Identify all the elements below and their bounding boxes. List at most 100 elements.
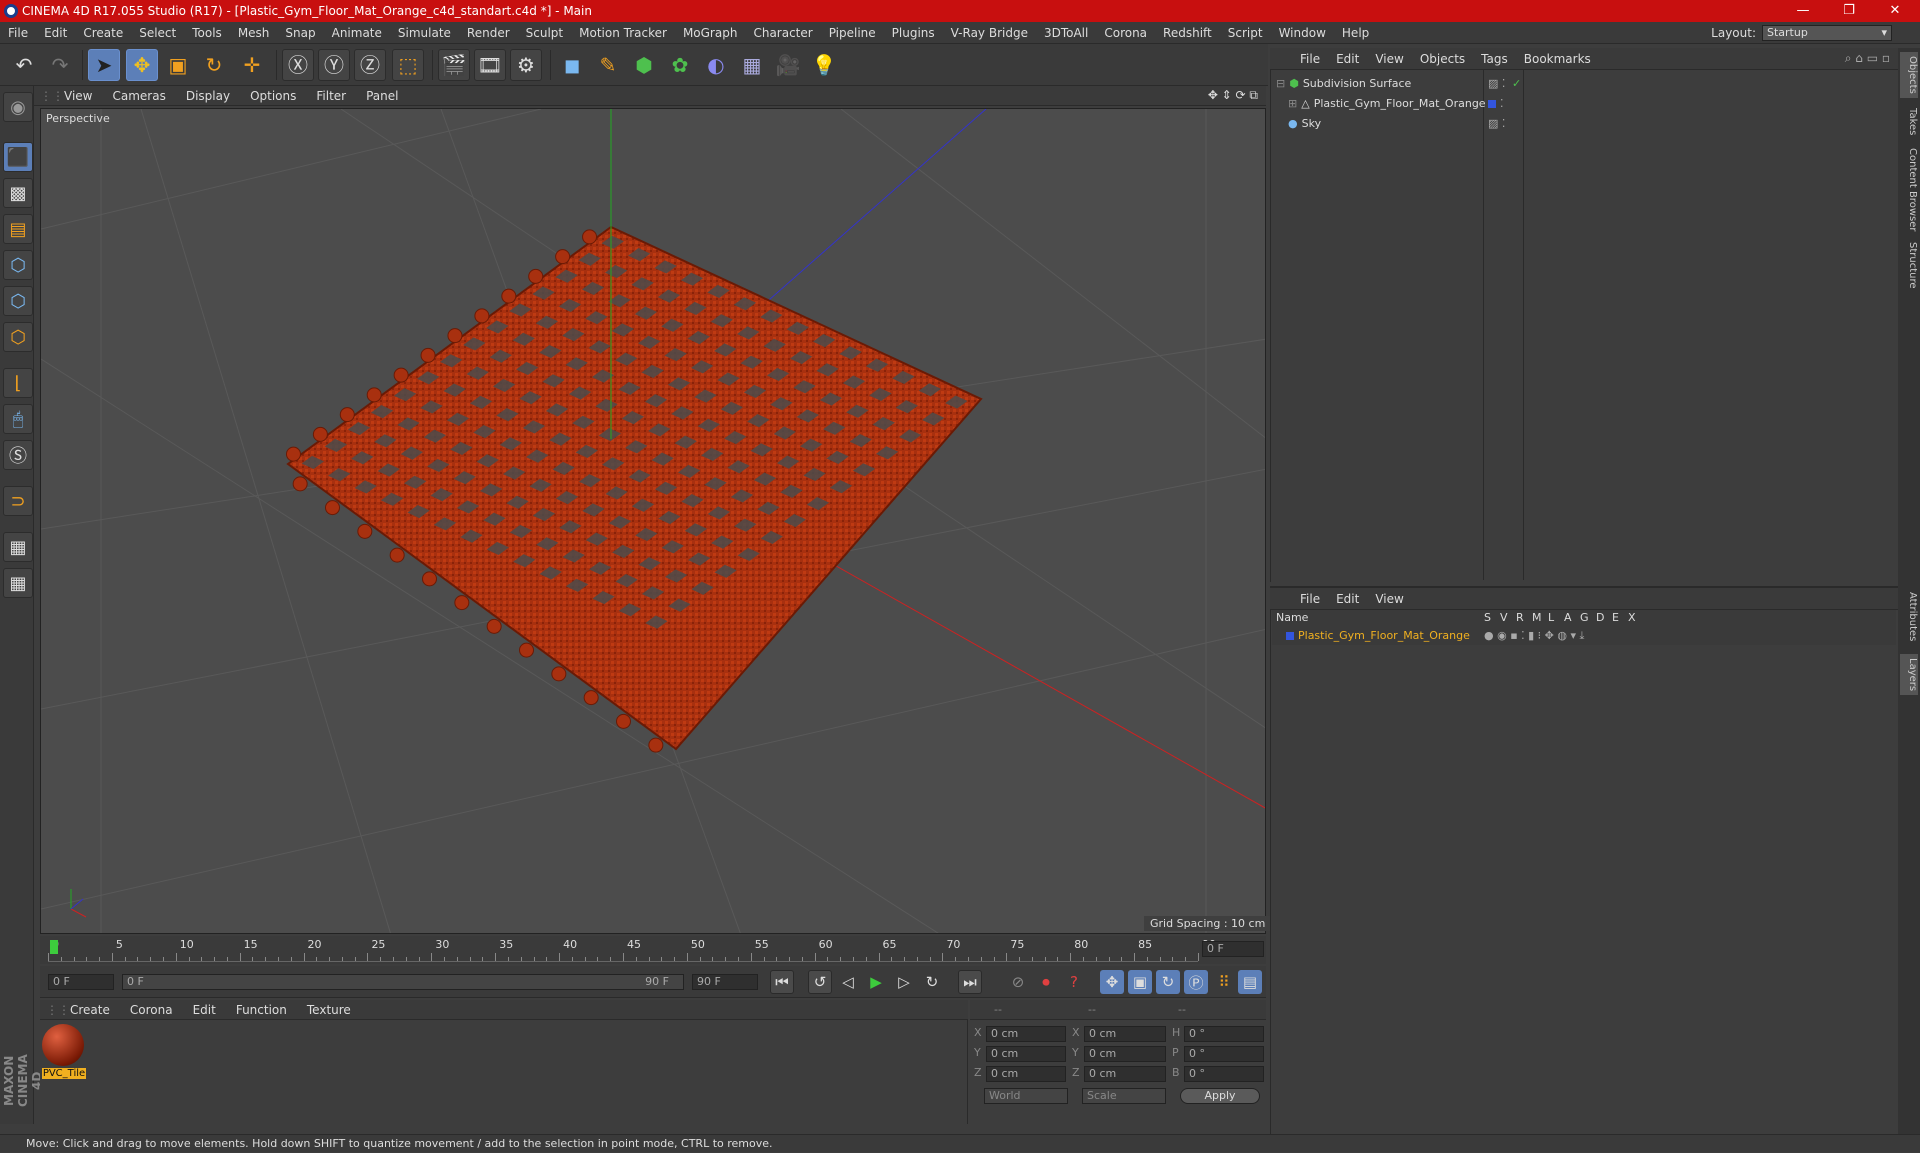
live-selection-icon[interactable]: ✛ xyxy=(236,49,268,81)
obj-menu-view[interactable]: View xyxy=(1367,52,1411,66)
vp-menu-display[interactable]: Display xyxy=(176,89,240,103)
magnet-icon[interactable]: ⊃ xyxy=(3,486,33,516)
layout-dropdown[interactable]: Startup xyxy=(1762,25,1892,41)
x-axis-icon[interactable]: Ⓧ xyxy=(282,49,314,81)
tab-takes[interactable]: Takes xyxy=(1900,104,1918,139)
move-tool-icon[interactable]: ✥ xyxy=(126,49,158,81)
autokey-icon[interactable]: ? xyxy=(1062,970,1086,994)
edges-mode-icon[interactable]: ⬡ xyxy=(3,286,33,316)
planar-workplane-icon[interactable]: ▦ xyxy=(3,568,33,598)
timeline[interactable]: 051015202530354045505560657075808590 0 F xyxy=(40,936,1266,964)
go-to-start-icon[interactable]: ⏮ xyxy=(770,970,794,994)
menu-file[interactable]: File xyxy=(0,26,36,40)
vp-menu-view[interactable]: View xyxy=(54,89,102,103)
menu-edit[interactable]: Edit xyxy=(36,26,75,40)
polygons-mode-icon[interactable]: ⬡ xyxy=(3,322,33,352)
make-editable-icon[interactable]: ◉ xyxy=(3,92,33,122)
tweak-mode-icon[interactable]: 🖱 xyxy=(3,404,33,434)
record-icon[interactable]: ⏺ xyxy=(1034,970,1058,994)
floor-icon[interactable]: ▦ xyxy=(736,49,768,81)
menu-mesh[interactable]: Mesh xyxy=(230,26,278,40)
menu-3dtoall[interactable]: 3DToAll xyxy=(1036,26,1096,40)
menu-script[interactable]: Script xyxy=(1220,26,1271,40)
mat-menu-corona[interactable]: Corona xyxy=(120,1003,183,1017)
mat-menu-function[interactable]: Function xyxy=(226,1003,297,1017)
scale-tool-icon[interactable]: ▣ xyxy=(162,49,194,81)
render-settings-icon[interactable]: ⚙ xyxy=(510,49,542,81)
layer-menu-edit[interactable]: Edit xyxy=(1328,592,1367,606)
maximize-button[interactable]: ❐ xyxy=(1826,0,1872,22)
start-frame-field[interactable]: 0 F xyxy=(48,974,114,990)
layer-flags-icon[interactable]: ● ◉ ▪ ⁚ ▮ ⁝ ✥ ◍ ▾ ⤓ xyxy=(1484,629,1584,643)
redo-icon[interactable]: ↷ xyxy=(44,49,76,81)
vp-menu-options[interactable]: Options xyxy=(240,89,306,103)
size-z-field[interactable]: 0 cm xyxy=(1084,1066,1166,1082)
visibility-icon[interactable]: ▨ ⁚ xyxy=(1488,77,1505,90)
menu-create[interactable]: Create xyxy=(75,26,131,40)
previous-key-icon[interactable]: ↺ xyxy=(808,970,832,994)
close-button[interactable]: ✕ xyxy=(1872,0,1918,22)
pos-y-field[interactable]: 0 cm xyxy=(986,1046,1066,1062)
object-row[interactable]: ⊟ ⬢ Subdivision Surface ▨ ⁚ ✓ xyxy=(1272,74,1896,93)
undo-icon[interactable]: ↶ xyxy=(8,49,40,81)
z-axis-icon[interactable]: Ⓩ xyxy=(354,49,386,81)
enabled-check-icon[interactable]: ✓ xyxy=(1512,77,1521,90)
obj-search-icon[interactable]: ⌕ ⌂ ▭ ▫ xyxy=(1845,51,1890,66)
size-y-field[interactable]: 0 cm xyxy=(1084,1046,1166,1062)
frame-range-slider[interactable]: 0 F 90 F xyxy=(122,974,684,990)
material-swatch[interactable]: PVC_Tile xyxy=(42,1024,86,1080)
pen-spline-icon[interactable]: ✎ xyxy=(592,49,624,81)
menu-motion-tracker[interactable]: Motion Tracker xyxy=(571,26,675,40)
tab-attributes[interactable]: Attributes xyxy=(1900,588,1918,645)
end-frame-field[interactable]: 90 F xyxy=(692,974,758,990)
size-x-field[interactable]: 0 cm xyxy=(1084,1026,1166,1042)
mat-menu-edit[interactable]: Edit xyxy=(183,1003,226,1017)
obj-menu-bookmarks[interactable]: Bookmarks xyxy=(1516,52,1599,66)
menu-render[interactable]: Render xyxy=(459,26,518,40)
menu-help[interactable]: Help xyxy=(1334,26,1377,40)
apply-button[interactable]: Apply xyxy=(1180,1088,1260,1104)
menu-window[interactable]: Window xyxy=(1271,26,1334,40)
visibility-icon[interactable]: ⁚ xyxy=(1500,97,1504,110)
coordinate-system-icon[interactable]: ⬚ xyxy=(392,49,424,81)
scale-dropdown[interactable]: Scale xyxy=(1082,1088,1166,1104)
axis-mode-icon[interactable]: ⌊ xyxy=(3,368,33,398)
rot-b-field[interactable]: 0 ° xyxy=(1184,1066,1264,1082)
points-mode-icon[interactable]: ⬡ xyxy=(3,250,33,280)
menu-plugins[interactable]: Plugins xyxy=(884,26,943,40)
menu-pipeline[interactable]: Pipeline xyxy=(821,26,884,40)
menu-snap[interactable]: Snap xyxy=(277,26,323,40)
vp-menu-filter[interactable]: Filter xyxy=(306,89,356,103)
tab-content-browser[interactable]: Content Browser xyxy=(1900,144,1918,235)
object-row[interactable]: ⊞ △ Plastic_Gym_Floor_Mat_Orange ⁚ xyxy=(1272,94,1896,113)
y-axis-icon[interactable]: Ⓨ xyxy=(318,49,350,81)
menu-simulate[interactable]: Simulate xyxy=(390,26,459,40)
model-mode-icon[interactable]: ⬛ xyxy=(3,142,33,172)
render-picture-viewer-icon[interactable]: 🎞 xyxy=(474,49,506,81)
keyframe-icon[interactable]: ⊘ xyxy=(1006,970,1030,994)
minimize-button[interactable]: — xyxy=(1780,0,1826,22)
lock-workplane-icon[interactable]: ▦ xyxy=(3,532,33,562)
select-tool-icon[interactable]: ➤ xyxy=(88,49,120,81)
menu-tools[interactable]: Tools xyxy=(184,26,230,40)
render-view-icon[interactable]: 🎬 xyxy=(438,49,470,81)
light-icon[interactable]: 💡 xyxy=(808,49,840,81)
viewport-3d[interactable] xyxy=(40,108,1266,934)
cloner-icon[interactable]: ✿ xyxy=(664,49,696,81)
menu-sculpt[interactable]: Sculpt xyxy=(518,26,571,40)
snap-icon[interactable]: Ⓢ xyxy=(3,440,33,470)
next-frame-icon[interactable]: ▷ xyxy=(892,970,916,994)
rot-p-field[interactable]: 0 ° xyxy=(1184,1046,1264,1062)
playhead[interactable] xyxy=(50,940,58,954)
mat-menu-create[interactable]: Create xyxy=(60,1003,120,1017)
workplane-icon[interactable]: ▤ xyxy=(3,214,33,244)
timeline-window-icon[interactable]: ▤ xyxy=(1238,970,1262,994)
key-parameter-icon[interactable]: Ⓟ xyxy=(1184,970,1208,994)
menu-mograph[interactable]: MoGraph xyxy=(675,26,746,40)
layer-row[interactable]: Plastic_Gym_Floor_Mat_Orange ● ◉ ▪ ⁚ ▮ ⁝… xyxy=(1272,626,1896,645)
visibility-icon[interactable]: ▨ ⁚ xyxy=(1488,117,1505,130)
key-position-icon[interactable]: ✥ xyxy=(1100,970,1124,994)
key-pla-icon[interactable]: ⠿ xyxy=(1212,970,1236,994)
menu-animate[interactable]: Animate xyxy=(324,26,390,40)
key-scale-icon[interactable]: ▣ xyxy=(1128,970,1152,994)
